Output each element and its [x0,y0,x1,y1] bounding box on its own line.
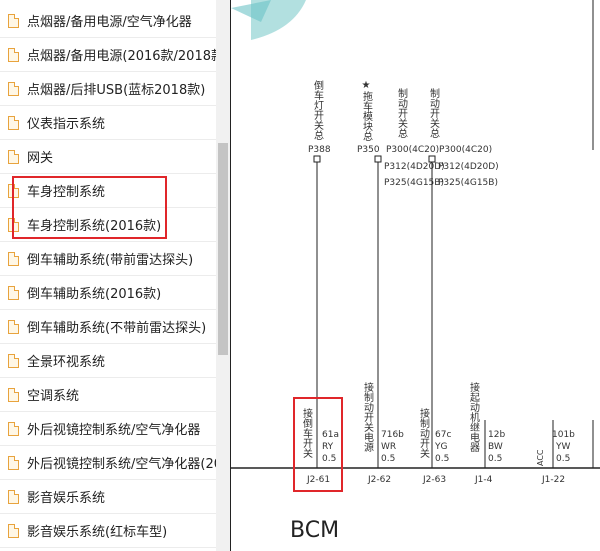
pin-number: 716b [381,430,404,440]
highlight-box-tree-items [12,176,167,239]
pin-wire-color: YG [434,442,447,452]
top-label: 制动开关总 [396,87,408,138]
acc-label: ACC [536,449,545,466]
top-label: 倒车灯开关总 [312,80,324,140]
bcm-connector-id: J1-22 [541,475,565,485]
tree-item-label: 点烟器/后排USB(蓝标2018款) [27,83,206,98]
pin-number: 101b [552,430,575,440]
wiring-diagram-panel: 倒车灯开关总 ★拖车模块总 制动开关总 制动开关总 P388 P350 P300… [230,0,600,551]
connector-code: P388 [308,145,331,155]
pin-description: 接制动开关电源 [362,381,374,453]
pin-wire-size: 0.5 [556,454,570,464]
tree-item[interactable]: 空调系统 [0,378,216,412]
sidebar-scrollbar-thumb[interactable] [218,143,228,355]
document-icon [8,251,19,266]
tree-item[interactable]: 点烟器/备用电源/空气净化器 [0,4,216,38]
tree-item[interactable]: 倒车辅助系统(2016款) [0,276,216,310]
pin-number: 12b [488,430,505,440]
tree-item-label: 仪表指示系统 [27,117,106,132]
document-icon [8,523,19,538]
pin-wire-size: 0.5 [381,454,395,464]
pin-wire-size: 0.5 [435,454,449,464]
tree-item-label: 倒车辅助系统(带前雷达探头) [27,253,194,268]
document-icon [8,81,19,96]
tree-item[interactable]: 点烟器/后排USB(蓝标2018款) [0,72,216,106]
tree-item-label: 点烟器/备用电源(2016款/2018款) [27,49,230,64]
connector-code: P325(4G15B) [438,178,498,188]
top-label: 制动开关总 [428,87,440,138]
module-label-bcm: BCM [290,518,340,543]
pin-wire-size: 0.5 [488,454,502,464]
tree-item-label: 全景环视系统 [27,355,106,370]
tree-item-label: 外后视镜控制系统/空气净化器(20 [27,457,222,472]
tree-item[interactable]: 影音娱乐系统(红标车型) [0,514,216,548]
tree-item-label: 影音娱乐系统 [27,491,106,506]
tree-item-label: 空调系统 [27,389,80,404]
pin-number: 67c [435,430,451,440]
tree-item[interactable]: 点烟器/备用电源(2016款/2018款) [0,38,229,72]
document-icon [8,285,19,300]
bcm-connector-id: J2-63 [422,475,446,485]
connector-pin-square [313,155,321,163]
tree-item[interactable]: 仪表指示系统 [0,106,216,140]
document-icon [8,353,19,368]
top-label: ★拖车模块总 [361,80,373,141]
tree-item-label: 倒车辅助系统(不带前雷达探头) [27,321,207,336]
document-icon [8,489,19,504]
pin-description: 接起动机继电器 [468,381,480,453]
connector-code: P300(4C20) [439,145,492,155]
tree-item[interactable]: 倒车辅助系统(带前雷达探头) [0,242,216,276]
pin-wire-color: YW [555,442,570,452]
document-icon [8,149,19,164]
connector-code: P312(4D20D) [384,162,445,172]
wiring-diagram-svg: 倒车灯开关总 ★拖车模块总 制动开关总 制动开关总 P388 P350 P300… [231,0,600,485]
tree-item[interactable]: 全景环视系统 [0,344,216,378]
tree-item[interactable]: 倒车辅助系统(不带前雷达探头) [0,310,216,344]
document-icon [8,13,19,28]
bcm-connector-id: J2-62 [367,475,391,485]
tree-item[interactable]: 外后视镜控制系统/空气净化器 [0,412,216,446]
connector-code: P312(4D20D) [438,162,499,172]
document-icon [8,387,19,402]
tree-item[interactable]: 网关 [0,140,216,174]
connector-pin-square [374,155,382,163]
tree-item[interactable]: 影音娱乐系统 [0,480,216,514]
document-icon [8,421,19,436]
connector-code: P325(4G15B) [384,178,444,188]
document-icon [8,455,19,470]
document-icon [8,115,19,130]
connector-pin-square [428,155,436,163]
connector-code: P350 [357,145,380,155]
highlight-box-pin [293,397,343,492]
pin-wire-color: BW [488,442,503,452]
tree-item-label: 网关 [27,151,54,166]
document-icon [8,47,19,62]
connector-code: P300(4C20) [386,145,439,155]
tree-item-label: 外后视镜控制系统/空气净化器 [27,423,201,438]
tree-item-label: 倒车辅助系统(2016款) [27,287,162,302]
tree-item[interactable]: 外后视镜控制系统/空气净化器(20 [0,446,222,480]
pin-wire-color: WR [381,442,396,452]
bcm-connector-id: J1-4 [474,475,493,485]
tree-item-label: 点烟器/备用电源/空气净化器 [27,15,192,30]
pin-description: 接制动开关 [418,407,430,459]
document-icon [8,319,19,334]
tree-item-label: 影音娱乐系统(红标车型) [27,525,168,540]
document-tree-sidebar: 点烟器/备用电源/空气净化器 点烟器/备用电源(2016款/2018款) 点烟器… [0,0,230,551]
